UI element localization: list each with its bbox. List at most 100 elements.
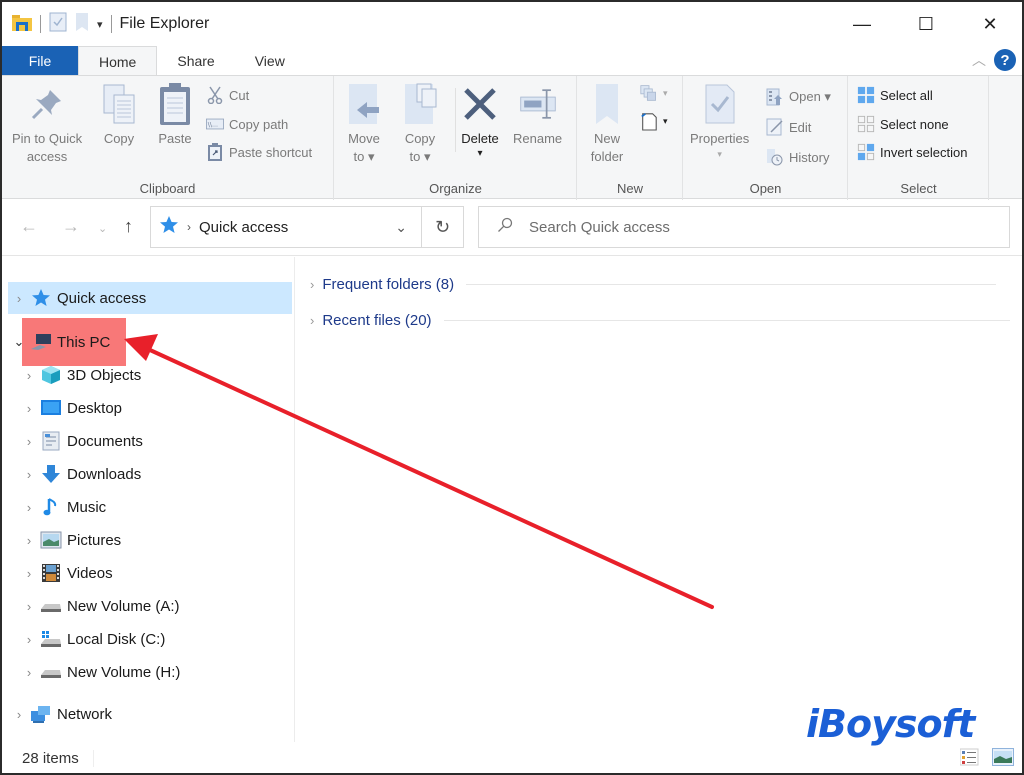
easy-access-button[interactable]: ▾ [640, 110, 668, 132]
file-explorer-app-icon[interactable] [12, 13, 32, 36]
search-box[interactable] [478, 206, 1010, 248]
refresh-button[interactable]: ↻ [421, 206, 464, 248]
title-bar: ▾ File Explorer — ☐ ✕ [2, 2, 1022, 46]
cut-button[interactable]: Cut [206, 84, 249, 106]
open-group-label: Open [749, 181, 782, 196]
open-button[interactable]: Open ▾ [766, 86, 831, 108]
tree-item-label: Network [57, 705, 113, 723]
collapse-chevron-down-icon[interactable]: ⌄ [8, 334, 30, 350]
rename-button[interactable]: Rename [513, 82, 562, 148]
copy-button[interactable]: Copy [100, 82, 138, 148]
expand-chevron-icon[interactable]: › [8, 707, 30, 722]
tree-item-pictures[interactable]: › Pictures [18, 524, 302, 556]
new-folder-qat-icon[interactable] [75, 12, 89, 37]
section-frequent-folders[interactable]: › Frequent folders (8) [310, 272, 997, 296]
expand-chevron-icon[interactable]: › [18, 500, 40, 515]
tree-item-label: Pictures [67, 531, 122, 549]
details-view-icon[interactable] [959, 748, 980, 771]
help-icon[interactable]: ? [994, 49, 1016, 71]
expand-chevron-icon[interactable]: › [18, 467, 40, 482]
new-folder-icon [588, 82, 626, 126]
ribbon-tabs: File Home Share View ︿ ? [2, 46, 1022, 76]
new-folder-label-line1: New [593, 131, 620, 146]
large-icons-view-icon[interactable] [992, 748, 1014, 771]
tree-item-local-disk-c[interactable]: › Local Disk (C:) [18, 623, 302, 655]
tree-item-music[interactable]: › Music [18, 491, 302, 523]
tab-file[interactable]: File [2, 46, 78, 76]
select-none-button[interactable]: Select none [857, 113, 949, 135]
qat-separator [110, 15, 112, 33]
section-expand-chevron-icon[interactable]: › [310, 277, 314, 292]
properties-button[interactable]: Properties ▾ [690, 82, 749, 160]
new-item-button[interactable]: ▾ [640, 82, 668, 104]
properties-dropdown-arrow[interactable]: ▾ [717, 148, 722, 160]
tree-item-this-pc[interactable]: ⌄ This PC [8, 326, 292, 358]
edit-button[interactable]: Edit [766, 116, 811, 138]
expand-chevron-icon[interactable]: › [18, 566, 40, 581]
ribbon-group-select: Select all Select none Invert selection … [849, 76, 989, 200]
expand-chevron-icon[interactable]: › [18, 533, 40, 548]
expand-chevron-icon[interactable]: › [18, 368, 40, 383]
recent-locations-chevron-down-icon[interactable]: ⌄ [98, 222, 107, 235]
history-icon [766, 148, 784, 166]
new-folder-button[interactable]: New folder [588, 82, 626, 166]
paste-shortcut-button[interactable]: Paste shortcut [206, 141, 312, 163]
pin-label-line2: access [26, 149, 68, 164]
maximize-button[interactable]: ☐ [894, 2, 958, 46]
pin-to-quick-access-button[interactable]: Pin to Quick access [12, 82, 82, 166]
expand-chevron-icon[interactable]: › [18, 401, 40, 416]
search-input[interactable] [529, 218, 989, 236]
iboysoft-watermark-logo: iBoysoft [806, 702, 975, 746]
close-button[interactable]: ✕ [958, 2, 1022, 46]
tree-item-new-volume-h[interactable]: › New Volume (H:) [18, 656, 302, 688]
section-expand-chevron-icon[interactable]: › [310, 313, 314, 328]
tree-item-new-volume-a[interactable]: › New Volume (A:) [18, 590, 302, 622]
tree-item-network[interactable]: › Network [8, 698, 292, 730]
tree-item-quick-access[interactable]: › Quick access [8, 282, 292, 314]
delete-dropdown-arrow[interactable]: ▾ [477, 148, 482, 160]
breadcrumb-quick-access[interactable]: Quick access [199, 219, 288, 236]
expand-chevron-icon[interactable]: › [18, 434, 40, 449]
properties-qat-icon[interactable] [49, 12, 67, 37]
address-bar[interactable]: › Quick access ⌄ [150, 206, 422, 248]
move-to-button[interactable]: Move to ▾ [345, 82, 383, 166]
delete-button[interactable]: Delete ▾ [461, 82, 499, 160]
minimize-button[interactable]: — [830, 2, 894, 46]
expand-chevron-icon[interactable]: › [18, 665, 40, 680]
forward-arrow-icon[interactable]: → [62, 216, 80, 237]
easy-access-icon [640, 112, 658, 131]
select-all-button[interactable]: Select all [857, 84, 933, 106]
tree-item-documents[interactable]: › Documents [18, 425, 302, 457]
paste-button[interactable]: Paste [156, 82, 194, 148]
section-recent-files[interactable]: › Recent files (20) [310, 308, 1010, 332]
tab-view[interactable]: View [235, 46, 305, 76]
address-history-chevron-down-icon[interactable]: ⌄ [395, 219, 407, 236]
history-button[interactable]: History [766, 146, 829, 168]
properties-icon [701, 82, 739, 126]
tree-item-3d-objects[interactable]: › 3D Objects [18, 359, 302, 391]
tree-item-downloads[interactable]: › Downloads [18, 458, 302, 490]
up-arrow-icon[interactable]: ↑ [124, 216, 133, 237]
breadcrumb-chevron-icon[interactable]: › [187, 220, 191, 234]
minimize-ribbon-chevron-up-icon[interactable]: ︿ [972, 50, 986, 70]
invert-selection-button[interactable]: Invert selection [857, 141, 967, 163]
customize-qat-dropdown[interactable]: ▾ [97, 18, 103, 31]
tree-item-videos[interactable]: › Videos [18, 557, 302, 589]
pin-label-line1: Pin to Quick [12, 131, 83, 146]
back-arrow-icon[interactable]: ← [20, 216, 38, 237]
paste-shortcut-icon [206, 143, 224, 161]
expand-chevron-icon[interactable]: › [18, 632, 40, 647]
tree-item-label: New Volume (H:) [67, 663, 181, 681]
tree-item-desktop[interactable]: › Desktop [18, 392, 302, 424]
expand-chevron-icon[interactable]: › [8, 291, 30, 306]
copy-path-button[interactable]: \\... Copy path [206, 113, 288, 135]
new-item-icon [640, 84, 658, 102]
tab-home[interactable]: Home [78, 46, 158, 76]
search-icon [497, 217, 513, 238]
copy-to-label-line1: Copy [404, 131, 436, 146]
expand-chevron-icon[interactable]: › [18, 599, 40, 614]
select-all-label: Select all [880, 87, 933, 103]
tab-share[interactable]: Share [157, 46, 234, 76]
edit-label: Edit [789, 119, 812, 135]
copy-to-button[interactable]: Copy to ▾ [401, 82, 439, 166]
